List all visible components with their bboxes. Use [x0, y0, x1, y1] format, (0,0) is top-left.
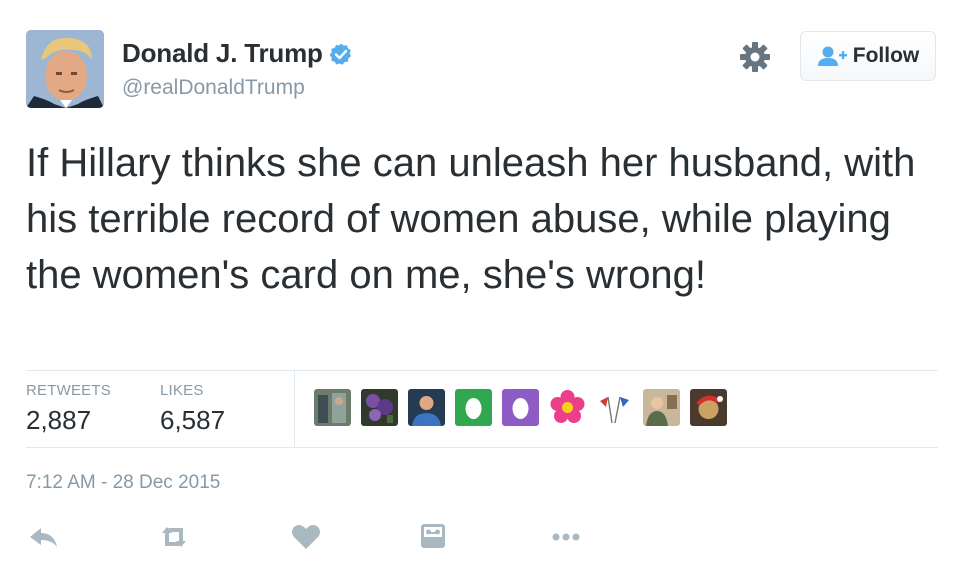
verified-badge-icon: [329, 43, 351, 65]
retweets-count: 2,887: [26, 405, 92, 435]
liker-avatar-egg-purple[interactable]: [502, 389, 539, 426]
display-name[interactable]: Donald J. Trump: [122, 38, 323, 69]
view-activity-icon[interactable]: [416, 520, 450, 554]
profile-avatar[interactable]: [26, 30, 104, 108]
stats-bottom-divider: [26, 447, 938, 448]
reply-icon[interactable]: [27, 520, 61, 554]
stats-separator: [294, 371, 295, 447]
likes-count: 6,587: [160, 405, 226, 435]
liker-avatar-flower[interactable]: [549, 389, 586, 426]
tweet-actions: [0, 520, 980, 554]
tweet-timestamp[interactable]: 7:12 AM - 28 Dec 2015: [26, 472, 220, 494]
liker-avatar-3[interactable]: [408, 389, 445, 426]
liker-avatar-9[interactable]: [690, 389, 727, 426]
tweet-text: If Hillary thinks she can unleash her hu…: [26, 141, 916, 297]
user-name-row[interactable]: Donald J. Trump: [122, 38, 353, 69]
like-icon[interactable]: [289, 520, 323, 554]
retweets-stat[interactable]: RETWEETS 2,887: [26, 382, 111, 436]
likes-label: LIKES: [160, 382, 204, 399]
more-icon[interactable]: [549, 520, 583, 554]
retweet-icon[interactable]: [157, 520, 191, 554]
liker-avatar-1[interactable]: [314, 389, 351, 426]
follow-label: Follow: [852, 44, 920, 67]
follow-button[interactable]: Follow: [800, 31, 936, 81]
liker-avatars: [314, 389, 737, 426]
liker-avatar-2[interactable]: [361, 389, 398, 426]
liker-avatar-8[interactable]: [643, 389, 680, 426]
liker-avatar-egg-green[interactable]: [455, 389, 492, 426]
likes-stat[interactable]: LIKES 6,587: [160, 382, 225, 436]
add-user-icon: [817, 46, 847, 66]
liker-avatar-flags[interactable]: [596, 389, 633, 426]
user-handle[interactable]: @realDonaldTrump: [122, 76, 305, 100]
stats-top-divider: [26, 370, 938, 371]
gear-icon[interactable]: [738, 40, 772, 74]
retweets-label: RETWEETS: [26, 382, 111, 399]
